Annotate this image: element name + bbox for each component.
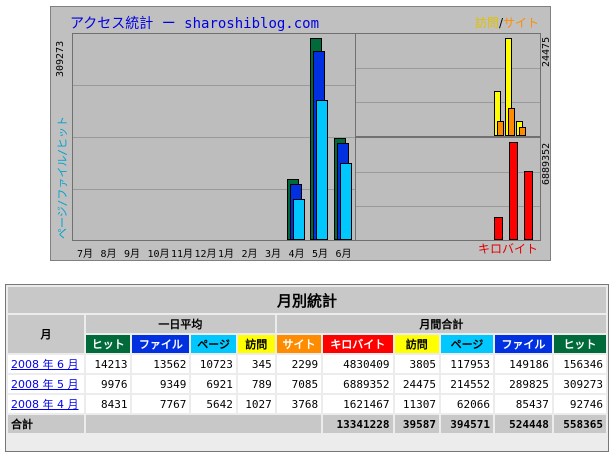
month-link-2008-04[interactable]: 2008 年 4 月 <box>11 398 78 411</box>
total-hit: 558365 <box>553 415 606 433</box>
bar-page-5月 <box>316 100 328 240</box>
cell: 85437 <box>495 395 552 413</box>
cell: 4830409 <box>323 355 393 373</box>
cell: 6921 <box>191 375 236 393</box>
cell: 14213 <box>86 355 131 373</box>
x-tick-label: 6月 <box>335 249 352 260</box>
cell: 789 <box>237 375 275 393</box>
daily-hit-header: ヒット <box>86 335 131 353</box>
cell: 149186 <box>495 355 552 373</box>
cell: 9349 <box>132 375 190 393</box>
cell: 24475 <box>394 375 439 393</box>
table-row: 2008 年 6 月 14213 13562 10723 345 2299 48… <box>8 355 606 373</box>
grid-line <box>356 68 540 69</box>
x-tick-label: 3月 <box>265 249 282 260</box>
table-title: 月別統計 <box>8 287 606 313</box>
site-header: サイト <box>276 335 322 353</box>
left-scale-value: 309273 <box>55 40 66 77</box>
cell: 117953 <box>440 355 494 373</box>
cell: 10723 <box>191 355 236 373</box>
cell: 289825 <box>495 375 552 393</box>
hit-header: ヒット <box>553 335 606 353</box>
legend-visit: 訪問 <box>474 16 499 30</box>
daily-file-header: ファイル <box>132 335 190 353</box>
total-kb: 13341228 <box>323 415 393 433</box>
x-tick-label: 10月 <box>147 249 170 260</box>
table-row: 2008 年 4 月 8431 7767 5642 1027 3768 1621… <box>8 395 606 413</box>
cell: 156346 <box>553 355 606 373</box>
cell: 92746 <box>553 395 606 413</box>
month-header: 月 <box>8 315 84 353</box>
right-top-scale-value: 24475 <box>541 36 552 67</box>
total-file: 524448 <box>495 415 552 433</box>
daily-page-header: ページ <box>191 335 236 353</box>
left-legend-text: ページ/ファイル/ヒット <box>56 115 69 239</box>
access-stats-chart: アクセス統計 ー sharoshiblog.com 訪問/サイト 309273 … <box>50 6 552 261</box>
daily-average-header: 一日平均 <box>86 315 275 333</box>
cell: 6889352 <box>323 375 393 393</box>
x-tick-label: 8月 <box>100 249 117 260</box>
daily-visit-header: 訪問 <box>237 335 275 353</box>
cell: 1621467 <box>323 395 393 413</box>
grid-line <box>356 102 540 103</box>
cell: 9976 <box>86 375 131 393</box>
x-tick-label: 1月 <box>218 249 235 260</box>
page-header: ページ <box>440 335 494 353</box>
table-row: 2008 年 5 月 9976 9349 6921 789 7085 68893… <box>8 375 606 393</box>
cell: 345 <box>237 355 275 373</box>
total-page: 394571 <box>440 415 494 433</box>
x-tick-label: 4月 <box>288 249 305 260</box>
chart-title: アクセス統計 ー sharoshiblog.com <box>70 16 320 32</box>
total-row: 合計 13341228 39587 394571 524448 558365 <box>8 415 606 433</box>
x-tick-label: 11月 <box>171 249 194 260</box>
bar-kb-4月 <box>494 217 503 240</box>
month-link-2008-06[interactable]: 2008 年 6 月 <box>11 358 78 371</box>
cell: 62066 <box>440 395 494 413</box>
x-tick-label: 9月 <box>124 249 141 260</box>
bar-site-5月 <box>508 108 515 136</box>
cell: 13562 <box>132 355 190 373</box>
month-link-2008-05[interactable]: 2008 年 5 月 <box>11 378 78 391</box>
cell: 8431 <box>86 395 131 413</box>
bar-kb-5月 <box>509 142 518 240</box>
cell: 3805 <box>394 355 439 373</box>
cell: 5642 <box>191 395 236 413</box>
total-visit: 39587 <box>394 415 439 433</box>
monthly-total-header: 月間合計 <box>276 315 606 333</box>
cell: 2299 <box>276 355 322 373</box>
x-tick-label: 5月 <box>312 249 329 260</box>
x-tick-label: 7月 <box>77 249 94 260</box>
legend-visit-site: 訪問/サイト <box>475 14 539 31</box>
cell: 309273 <box>553 375 606 393</box>
x-tick-label: 2月 <box>241 249 258 260</box>
visits-sites-plot <box>355 33 541 137</box>
x-tick-label: 12月 <box>194 249 217 260</box>
kilobyte-header: キロバイト <box>323 335 393 353</box>
legend-site: サイト <box>502 16 539 30</box>
left-vertical-legend: ページ/ファイル/ヒット <box>54 116 70 239</box>
total-label: 合計 <box>8 415 84 433</box>
monthly-statistics-table: 月別統計 月 一日平均 月間合計 ヒット ファイル ページ 訪問 サイト キロバ… <box>5 284 609 452</box>
blank-cell <box>86 415 322 433</box>
cell: 1027 <box>237 395 275 413</box>
monthly-hits-plot <box>72 33 356 241</box>
bar-page-6月 <box>339 163 352 240</box>
bar-site-6月 <box>519 127 526 136</box>
visit-header: 訪問 <box>394 335 439 353</box>
bar-page-4月 <box>292 199 305 240</box>
file-header: ファイル <box>495 335 552 353</box>
kilobytes-label: キロバイト <box>477 242 538 256</box>
bar-site-4月 <box>497 121 504 136</box>
kilobytes-plot <box>355 137 541 241</box>
cell: 11307 <box>394 395 439 413</box>
right-bottom-scale-value: 6889352 <box>541 142 552 185</box>
cell: 7085 <box>276 375 322 393</box>
cell: 214552 <box>440 375 494 393</box>
bar-kb-6月 <box>524 171 533 240</box>
cell: 7767 <box>132 395 190 413</box>
cell: 3768 <box>276 395 322 413</box>
